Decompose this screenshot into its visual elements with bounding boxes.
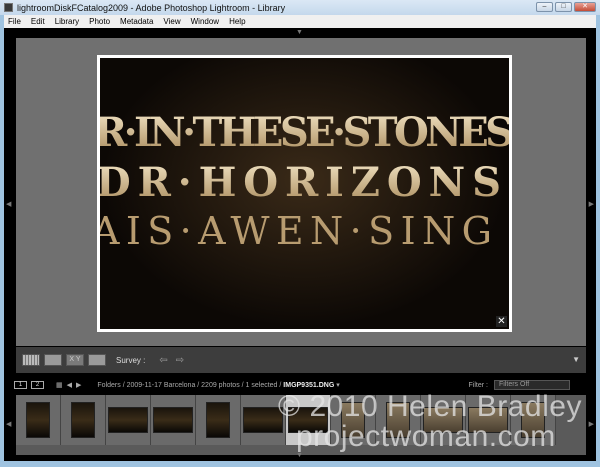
survey-view-button[interactable] [88, 354, 106, 366]
filmstrip-thumbnail[interactable] [241, 395, 286, 445]
close-icon[interactable]: ✕ [496, 316, 507, 327]
thumbnail-image [386, 402, 410, 438]
grid-view-button[interactable] [22, 354, 40, 366]
filmstrip-thumbnail[interactable] [466, 395, 511, 445]
filmstrip-thumbnail[interactable] [196, 395, 241, 445]
thumbnail-image [71, 402, 95, 438]
filmstrip-thumbnail[interactable] [286, 395, 331, 445]
thumbnail-image [108, 407, 148, 433]
minimize-button[interactable]: – [536, 2, 553, 12]
filmstrip-thumbnail[interactable] [421, 395, 466, 445]
filmstrip-thumbnail[interactable] [106, 395, 151, 445]
filmstrip-thumbnail[interactable] [376, 395, 421, 445]
photo-line-1: R·IN·THESE·STONES [100, 109, 509, 156]
right-panel-toggle-icon[interactable]: ▶ [589, 200, 594, 208]
menu-metadata[interactable]: Metadata [120, 17, 153, 26]
next-arrow-icon[interactable]: ⇨ [176, 355, 184, 366]
survey-label: Survey : [116, 355, 146, 365]
secondary-window-button[interactable]: 2 [31, 381, 44, 389]
compare-view-button[interactable]: X Y [66, 354, 84, 366]
menu-window[interactable]: Window [191, 17, 219, 26]
thumbnail-image [26, 402, 50, 438]
previous-arrow-icon[interactable]: ⇦ [159, 355, 167, 366]
grid-icon[interactable]: ▦ [56, 381, 63, 389]
thumbnail-image [288, 407, 328, 433]
forward-arrow-icon[interactable]: ▶ [76, 381, 81, 389]
photo-frame[interactable]: R·IN·THESE·STONES DR·HORIZONS AIS·AWEN·S… [97, 55, 512, 332]
main-window-button[interactable]: 1 [14, 381, 27, 389]
filmstrip-thumbnail[interactable] [511, 395, 556, 445]
thumbnail-image [153, 407, 193, 433]
toolbar: X Y Survey : ⇦ ⇨ ▼ [16, 347, 586, 373]
close-button[interactable]: ✕ [574, 2, 596, 12]
photo: R·IN·THESE·STONES DR·HORIZONS AIS·AWEN·S… [100, 58, 509, 329]
menu-file[interactable]: File [8, 17, 21, 26]
filmstrip-thumbnail[interactable] [61, 395, 106, 445]
menu-edit[interactable]: Edit [31, 17, 45, 26]
thumbnail-image [341, 402, 365, 438]
filmstrip-thumbnail[interactable] [16, 395, 61, 445]
selected-filename: IMGP9351.DNG [283, 382, 335, 389]
lightroom-app-icon [4, 3, 13, 12]
menu-view[interactable]: View [163, 17, 180, 26]
thumbnail-image [521, 402, 545, 438]
filmstrip-header: 1 2 ▦ ◀ ▶ Folders / 2009-11-17 Barcelona… [4, 377, 596, 393]
menu-bar: File Edit Library Photo Metadata View Wi… [4, 15, 596, 28]
thumbnail-image [206, 402, 230, 438]
filter-dropdown[interactable]: Filters Off [494, 380, 570, 390]
thumbnail-image [423, 407, 463, 433]
filmstrip-thumbnail[interactable] [151, 395, 196, 445]
toolbar-menu-icon[interactable]: ▼ [572, 355, 580, 364]
maximize-button[interactable]: □ [555, 2, 572, 12]
loupe-view: R·IN·THESE·STONES DR·HORIZONS AIS·AWEN·S… [16, 38, 586, 346]
top-panel-toggle-icon[interactable]: ▼ [296, 29, 303, 36]
title-bar: lightroomDiskFCatalog2009 - Adobe Photos… [0, 0, 600, 15]
photo-line-3: AIS·AWEN·SING [100, 209, 492, 253]
back-arrow-icon[interactable]: ◀ [67, 381, 72, 389]
photo-line-2: DR·HORIZONS [100, 159, 501, 206]
left-panel-toggle-icon[interactable]: ◀ [6, 200, 11, 208]
lightroom-app: ▼ ◀ ▶ R·IN·THESE·STONES DR·HORIZONS AIS·… [4, 28, 596, 461]
menu-library[interactable]: Library [55, 17, 79, 26]
breadcrumb-path: Folders / 2009-11-17 Barcelona / 2209 ph… [97, 382, 284, 389]
filmstrip-left-icon[interactable]: ◀ [6, 420, 11, 428]
thumbnail-image [468, 407, 508, 433]
source-breadcrumb[interactable]: Folders / 2009-11-17 Barcelona / 2209 ph… [97, 381, 339, 389]
window-title: lightroomDiskFCatalog2009 - Adobe Photos… [17, 2, 286, 13]
thumbnail-image [243, 407, 283, 433]
loupe-view-button[interactable] [44, 354, 62, 366]
filmstrip-thumbnail[interactable] [331, 395, 376, 445]
bottom-panel-toggle-icon[interactable]: ▼ [296, 452, 303, 459]
filter-label: Filter : [468, 381, 488, 389]
menu-help[interactable]: Help [229, 17, 245, 26]
filmstrip-right-icon[interactable]: ▶ [589, 420, 594, 428]
filmstrip [16, 395, 586, 455]
menu-photo[interactable]: Photo [89, 17, 110, 26]
